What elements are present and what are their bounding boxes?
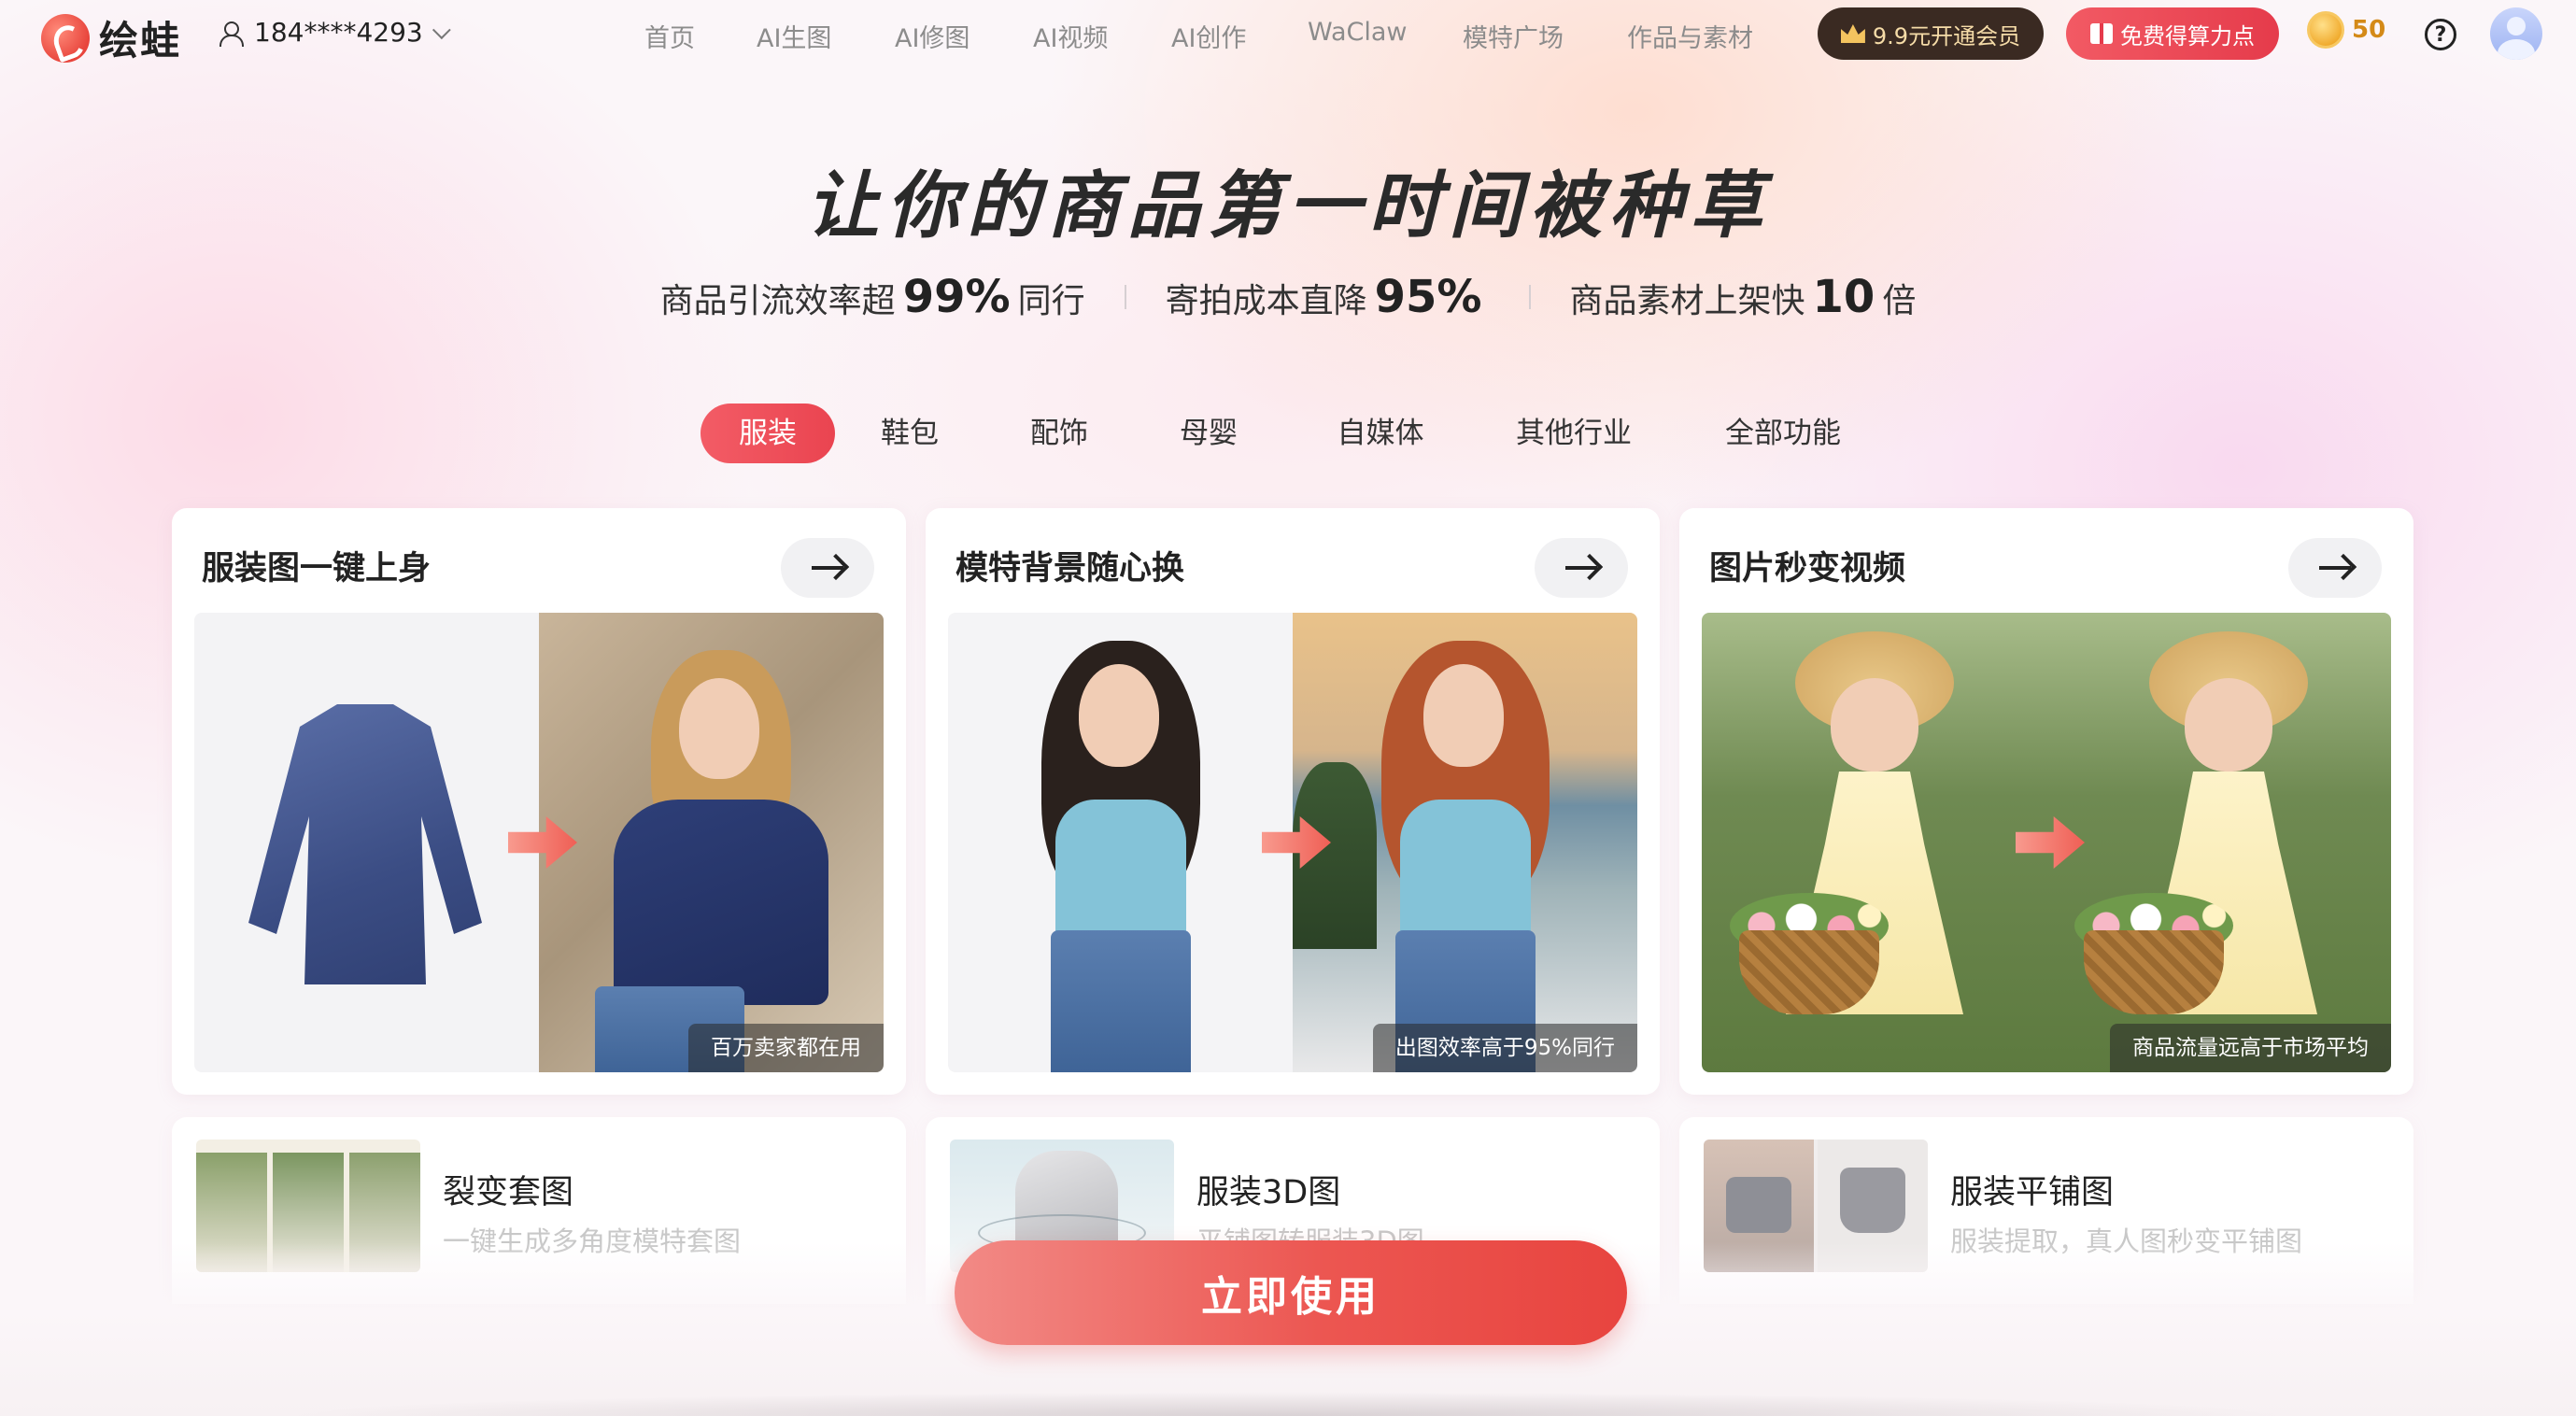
after-image xyxy=(1293,613,1637,1072)
arrow-right-icon xyxy=(1565,566,1597,570)
after-image xyxy=(2046,613,2391,1072)
stat-traffic-value: 99% xyxy=(902,271,1011,323)
tab-accessories[interactable]: 配饰 xyxy=(1012,404,1106,463)
before-image xyxy=(194,613,539,1072)
stat-cost-prefix: 寄拍成本直降 xyxy=(1165,282,1367,320)
bottom-shadow xyxy=(280,1392,2296,1416)
before-image xyxy=(948,613,1293,1072)
crown-icon xyxy=(1840,24,1865,43)
feature-card-background-swap[interactable]: 模特背景随心换 出图效率高于95%同行 xyxy=(926,508,1660,1095)
tab-all-features[interactable]: 全部功能 xyxy=(1713,404,1853,463)
user-icon xyxy=(217,20,244,47)
nav-home[interactable]: 首页 xyxy=(644,18,695,54)
logo-icon xyxy=(41,13,90,63)
card-image: 出图效率高于95%同行 xyxy=(948,613,1637,1072)
card-title: 服装图一键上身 xyxy=(202,550,432,588)
tab-apparel[interactable]: 服装 xyxy=(701,404,835,463)
card-title: 图片秒变视频 xyxy=(1709,550,1906,588)
nav-waclaw[interactable]: WaClaw xyxy=(1308,18,1408,47)
card-caption: 出图效率高于95%同行 xyxy=(1372,1024,1637,1072)
stat-divider xyxy=(1528,285,1531,309)
avatar[interactable] xyxy=(2490,7,2542,60)
nav-works-assets[interactable]: 作品与素材 xyxy=(1627,18,1753,54)
stat-speed-suffix: 倍 xyxy=(1882,282,1917,320)
stat-traffic-prefix: 商品引流效率超 xyxy=(659,282,896,320)
nav-ai-video[interactable]: AI视频 xyxy=(1033,18,1108,54)
stat-cost: 寄拍成本直降 95% xyxy=(1166,271,1490,323)
tab-shoes-bags[interactable]: 鞋包 xyxy=(863,404,956,463)
card-arrow-button[interactable] xyxy=(2288,538,2382,598)
tab-self-media[interactable]: 自媒体 xyxy=(1321,404,1440,463)
after-image xyxy=(539,613,884,1072)
card-caption: 百万卖家都在用 xyxy=(688,1024,884,1072)
nav-ai-create[interactable]: AI创作 xyxy=(1171,18,1246,54)
free-points-button[interactable]: 免费得算力点 xyxy=(2066,7,2279,60)
hero-title: 让你的商品第一时间被种草 xyxy=(805,164,1770,248)
vip-button-label: 9.9元开通会员 xyxy=(1872,22,2021,50)
shirt-illustration xyxy=(248,704,482,984)
tab-other-industries[interactable]: 其他行业 xyxy=(1504,404,1644,463)
coin-count: 50 xyxy=(2352,16,2386,44)
gift-icon xyxy=(2090,23,2113,44)
card-title: 模特背景随心换 xyxy=(955,550,1185,588)
nav-model-square[interactable]: 模特广场 xyxy=(1463,18,1564,54)
coin-icon xyxy=(2307,11,2344,49)
nav-ai-image[interactable]: AI生图 xyxy=(757,18,831,54)
use-now-button[interactable]: 立即使用 xyxy=(955,1240,1627,1345)
card-arrow-button[interactable] xyxy=(781,538,874,598)
mini-card-title: 服装平铺图 xyxy=(1950,1174,2115,1211)
stat-speed: 商品素材上架快 10 倍 xyxy=(1570,271,1917,323)
coin-balance[interactable]: 50 xyxy=(2307,11,2385,49)
logo-text: 绘蛙 xyxy=(99,18,182,64)
stat-traffic: 商品引流效率超 99% 同行 xyxy=(660,271,1085,323)
stat-divider xyxy=(1124,285,1126,309)
vip-button[interactable]: 9.9元开通会员 xyxy=(1818,7,2044,60)
before-image xyxy=(1702,613,2046,1072)
mini-card-title: 服装3D图 xyxy=(1196,1174,1341,1211)
card-image: 百万卖家都在用 xyxy=(194,613,884,1072)
mini-card-title: 裂变套图 xyxy=(443,1174,574,1211)
stat-speed-prefix: 商品素材上架快 xyxy=(1569,282,1805,320)
feature-card-try-on[interactable]: 服装图一键上身 百万卖家都在用 xyxy=(172,508,906,1095)
feature-card-image-to-video[interactable]: 图片秒变视频 商品流量远高于市场平均 xyxy=(1679,508,2413,1095)
tab-maternity[interactable]: 母婴 xyxy=(1162,404,1255,463)
card-image: 商品流量远高于市场平均 xyxy=(1702,613,2391,1072)
card-arrow-button[interactable] xyxy=(1535,538,1628,598)
account-switcher[interactable]: 184****4293 xyxy=(217,17,451,48)
top-header: 绘蛙 184****4293 首页 AI生图 AI修图 AI视频 AI创作 Wa… xyxy=(0,0,2576,67)
help-icon[interactable]: ? xyxy=(2425,19,2456,50)
arrow-right-icon xyxy=(2319,566,2351,570)
stat-traffic-suffix: 同行 xyxy=(1017,282,1085,320)
hero-stats: 商品引流效率超 99% 同行 寄拍成本直降 95% 商品素材上架快 10 倍 xyxy=(0,271,2576,323)
account-number: 184****4293 xyxy=(254,17,423,48)
chevron-down-icon xyxy=(432,20,451,39)
card-caption: 商品流量远高于市场平均 xyxy=(2110,1024,2391,1072)
nav-ai-retouch[interactable]: AI修图 xyxy=(895,18,970,54)
stat-cost-value: 95% xyxy=(1374,271,1482,323)
stat-speed-value: 10 xyxy=(1812,271,1875,323)
logo[interactable]: 绘蛙 xyxy=(41,9,181,66)
free-points-label: 免费得算力点 xyxy=(2120,22,2255,50)
arrow-right-icon xyxy=(812,566,843,570)
